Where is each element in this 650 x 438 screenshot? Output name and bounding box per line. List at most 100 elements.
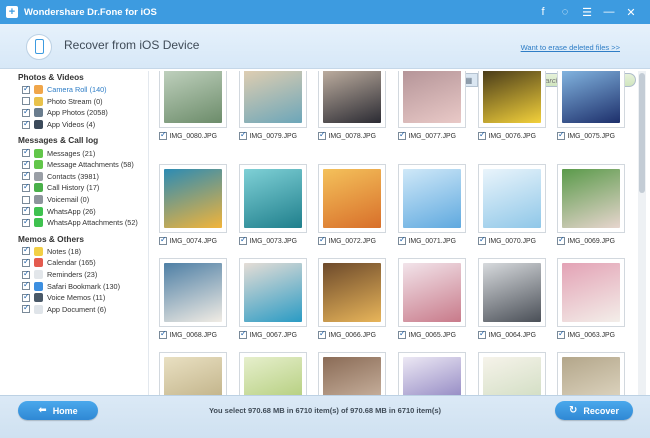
- photo-thumbnail[interactable]: [318, 164, 386, 233]
- photo-thumbnail[interactable]: [239, 352, 307, 395]
- category-checkbox[interactable]: [22, 84, 30, 94]
- photo-checkbox[interactable]: [159, 329, 167, 339]
- photo-checkbox[interactable]: [318, 235, 326, 245]
- category-checkbox[interactable]: [22, 292, 30, 302]
- photo-thumbnail[interactable]: [478, 352, 546, 395]
- photo-checkbox[interactable]: [318, 329, 326, 339]
- sidebar-item[interactable]: Photo Stream (0): [22, 96, 148, 108]
- photo-thumbnail[interactable]: [557, 258, 625, 327]
- photo-image: [244, 263, 302, 322]
- photo-checkbox[interactable]: [398, 235, 406, 245]
- category-checkbox[interactable]: [22, 280, 30, 291]
- category-checkbox[interactable]: [22, 269, 30, 279]
- photo-thumbnail[interactable]: [557, 164, 625, 233]
- photo-image: [164, 71, 222, 123]
- category-checkbox[interactable]: [22, 147, 30, 158]
- photo-filename: IMG_0069.JPG: [567, 237, 616, 245]
- category-checkbox[interactable]: [22, 97, 30, 106]
- photo-thumbnail[interactable]: [318, 71, 386, 128]
- sidebar-item[interactable]: Calendar (165): [22, 257, 148, 269]
- menu-icon[interactable]: ☰: [576, 0, 598, 24]
- category-checkbox[interactable]: [22, 107, 30, 117]
- photo-checkbox[interactable]: [478, 329, 486, 339]
- photo-checkbox[interactable]: [557, 329, 565, 339]
- sidebar-item-label: Camera Roll (140): [47, 85, 107, 95]
- photo-checkbox[interactable]: [478, 235, 486, 245]
- photo-thumbnail[interactable]: [398, 164, 466, 233]
- sidebar-item[interactable]: App Document (6): [22, 303, 148, 316]
- category-icon: [34, 206, 43, 216]
- photo-thumbnail[interactable]: [159, 258, 227, 327]
- sidebar-item[interactable]: Voicemail (0): [22, 194, 148, 206]
- sidebar-item[interactable]: Messages (21): [22, 147, 148, 159]
- sidebar-item[interactable]: Safari Bookmark (130): [22, 280, 148, 292]
- photo-caption: IMG_0077.JPG: [398, 130, 456, 141]
- sidebar-item[interactable]: Contacts (3981): [22, 170, 148, 183]
- category-checkbox[interactable]: [22, 217, 30, 227]
- photo-checkbox[interactable]: [239, 235, 247, 245]
- photo-filename: IMG_0074.JPG: [169, 237, 218, 245]
- photo-thumbnail[interactable]: [557, 71, 625, 128]
- photo-thumbnail[interactable]: [159, 71, 227, 128]
- photo-checkbox[interactable]: [318, 130, 326, 140]
- photo-thumbnail[interactable]: [557, 352, 625, 395]
- photo-checkbox[interactable]: [557, 235, 565, 245]
- sidebar-item[interactable]: Message Attachments (58): [22, 159, 148, 171]
- category-icon: [34, 218, 43, 228]
- photo-thumbnail[interactable]: [159, 164, 227, 233]
- photo-filename: IMG_0071.JPG: [408, 237, 457, 245]
- photo-thumbnail[interactable]: [239, 258, 307, 327]
- sidebar-item[interactable]: WhatsApp Attachments (52): [22, 217, 148, 229]
- photo-thumbnail[interactable]: [318, 352, 386, 395]
- title-bar-controls: f ◌ ☰ — ✕: [532, 0, 642, 24]
- category-checkbox[interactable]: [22, 195, 30, 204]
- scrollbar-thumb[interactable]: [639, 73, 645, 193]
- photo-checkbox[interactable]: [398, 130, 406, 140]
- photo-thumbnail[interactable]: [239, 164, 307, 233]
- feedback-icon[interactable]: ◌: [554, 0, 576, 24]
- photo-thumbnail[interactable]: [398, 258, 466, 327]
- photo-thumbnail[interactable]: [318, 258, 386, 327]
- category-checkbox[interactable]: [22, 170, 30, 181]
- sidebar-item[interactable]: WhatsApp (26): [22, 205, 148, 217]
- photo-filename: IMG_0079.JPG: [249, 132, 298, 140]
- minimize-icon[interactable]: —: [598, 0, 620, 24]
- category-checkbox[interactable]: [22, 159, 30, 169]
- recover-button[interactable]: ↻ Recover: [555, 401, 633, 420]
- photo-thumbnail[interactable]: [398, 352, 466, 395]
- category-checkbox[interactable]: [22, 205, 30, 216]
- sidebar-section-title: Memos & Others: [18, 233, 84, 244]
- photo-checkbox[interactable]: [239, 329, 247, 339]
- facebook-icon[interactable]: f: [532, 0, 554, 24]
- sidebar-item[interactable]: Camera Roll (140): [22, 84, 148, 96]
- sidebar-item[interactable]: App Photos (2058): [22, 107, 148, 119]
- category-checkbox[interactable]: [22, 119, 30, 129]
- photo-caption: IMG_0064.JPG: [478, 329, 536, 340]
- sidebar-item[interactable]: Notes (18): [22, 245, 148, 258]
- photo-checkbox[interactable]: [478, 130, 486, 140]
- category-checkbox[interactable]: [22, 257, 30, 267]
- category-icon: [34, 293, 43, 303]
- grid-scrollbar[interactable]: [638, 71, 646, 395]
- sidebar-item[interactable]: App Videos (4): [22, 119, 148, 131]
- photo-thumbnail[interactable]: [478, 258, 546, 327]
- category-checkbox[interactable]: [22, 245, 30, 256]
- photo-checkbox[interactable]: [398, 329, 406, 339]
- photo-checkbox[interactable]: [159, 130, 167, 140]
- sidebar-item[interactable]: Reminders (23): [22, 269, 148, 281]
- photo-checkbox[interactable]: [239, 130, 247, 140]
- photo-thumbnail[interactable]: [398, 71, 466, 128]
- close-icon[interactable]: ✕: [620, 0, 642, 24]
- photo-checkbox[interactable]: [557, 130, 565, 140]
- sidebar-item[interactable]: Voice Memos (11): [22, 292, 148, 304]
- photo-thumbnail[interactable]: [239, 71, 307, 128]
- category-checkbox[interactable]: [22, 303, 30, 314]
- photo-checkbox[interactable]: [159, 235, 167, 245]
- erase-deleted-files-link[interactable]: Want to erase deleted files >>: [521, 43, 620, 52]
- category-checkbox[interactable]: [22, 182, 30, 192]
- sidebar-item[interactable]: Call History (17): [22, 182, 148, 194]
- category-icon: [34, 183, 43, 193]
- photo-thumbnail[interactable]: [159, 352, 227, 395]
- photo-thumbnail[interactable]: [478, 71, 546, 128]
- photo-thumbnail[interactable]: [478, 164, 546, 233]
